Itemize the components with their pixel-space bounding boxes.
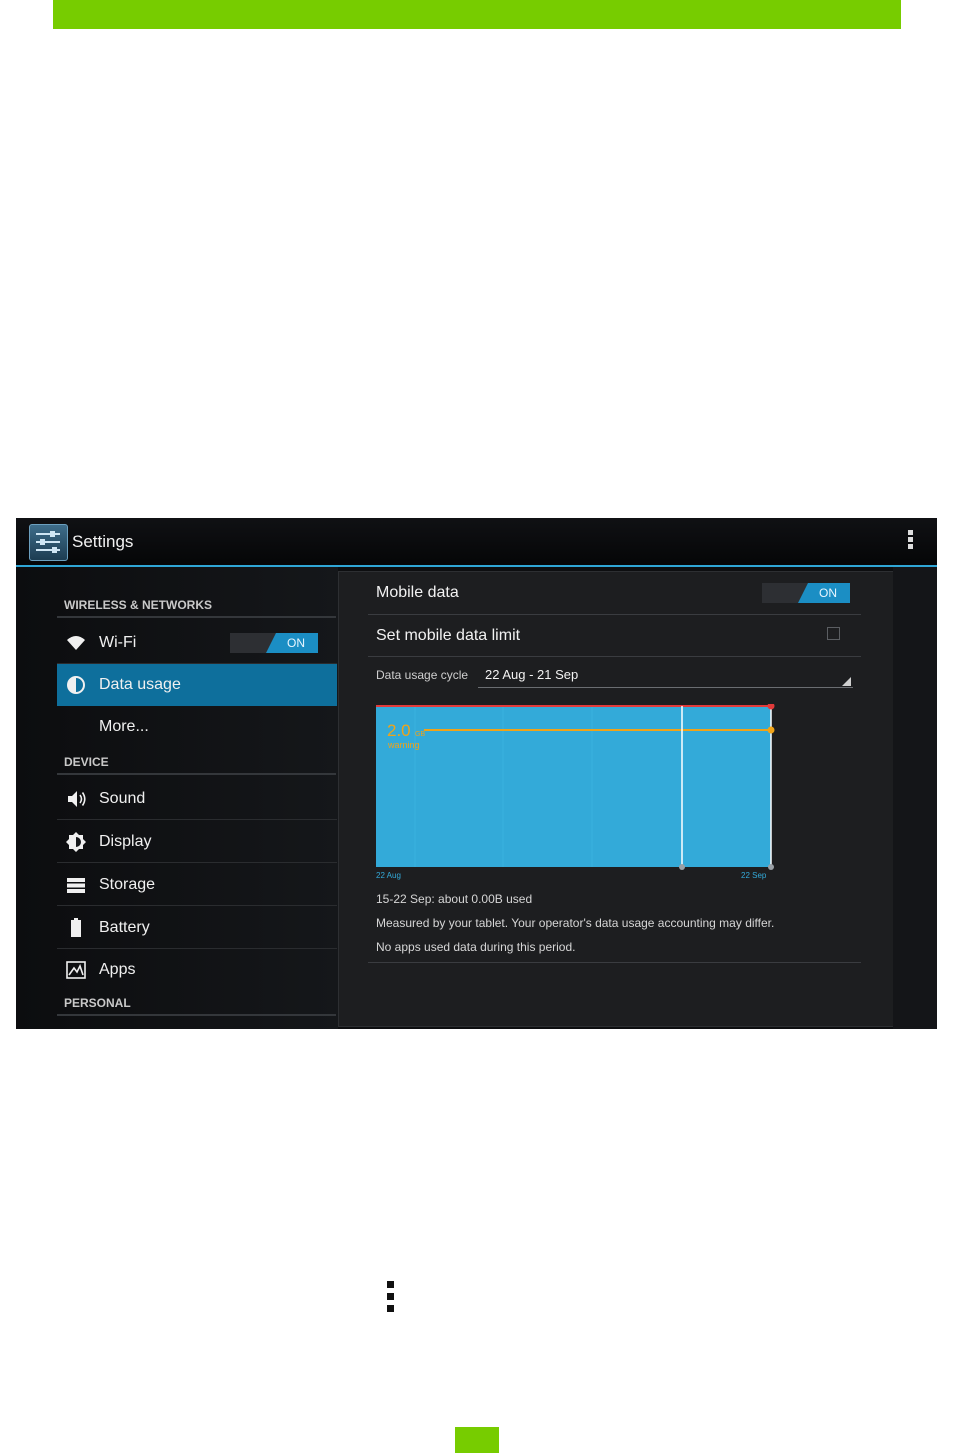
sidebar-item-label: Battery — [99, 919, 150, 936]
battery-icon — [66, 918, 86, 938]
x-tick-start: 22 Aug — [376, 871, 401, 880]
data-usage-chart[interactable]: 2.0 GB warning 22 Aug 22 Sep — [376, 704, 776, 884]
sidebar-item-storage[interactable]: Storage — [57, 864, 337, 906]
top-banner — [53, 0, 901, 29]
warning-value: 2.0 — [387, 721, 411, 740]
warning-handle[interactable] — [767, 726, 775, 734]
warning-label: warning — [387, 740, 420, 750]
sidebar-item-battery[interactable]: Battery — [57, 907, 337, 949]
sidebar-item-more[interactable]: More... — [57, 706, 337, 748]
dropdown-arrow-icon — [842, 677, 851, 686]
apps-icon — [66, 960, 86, 980]
toggle-on-label: ON — [819, 586, 837, 600]
sidebar-item-sound[interactable]: Sound — [57, 778, 337, 820]
sidebar-item-data-usage[interactable]: Data usage — [57, 664, 337, 706]
data-limit-checkbox[interactable] — [827, 627, 840, 640]
accounting-note: Measured by your tablet. Your operator's… — [376, 916, 775, 930]
x-tick-end: 22 Sep — [741, 871, 767, 880]
wifi-icon — [66, 633, 86, 653]
overflow-menu-icon — [386, 1281, 396, 1319]
toggle-on-label: ON — [287, 636, 305, 650]
settings-categories: WIRELESS & NETWORKS Wi-Fi ON Data usage — [16, 567, 338, 1029]
sidebar-item-label: Sound — [99, 790, 146, 807]
warning-unit: GB — [415, 731, 425, 738]
range-end-handle[interactable] — [768, 864, 774, 870]
sidebar-item-display[interactable]: Display — [57, 821, 337, 863]
speaker-icon — [66, 789, 86, 809]
range-start-handle[interactable] — [679, 864, 685, 870]
sidebar-item-wifi[interactable]: Wi-Fi ON — [57, 622, 337, 664]
section-header-personal: PERSONAL — [57, 992, 336, 1016]
storage-icon — [66, 875, 86, 895]
app-title: Settings — [72, 532, 134, 551]
sidebar-item-label: Apps — [99, 961, 136, 978]
sidebar-item-label: Data usage — [99, 676, 181, 693]
cycle-label: Data usage cycle — [376, 668, 469, 682]
brightness-icon — [66, 832, 86, 852]
page-number-box — [455, 1427, 499, 1453]
sidebar-item-apps[interactable]: Apps — [57, 949, 337, 991]
sidebar-item-label: Storage — [99, 876, 156, 893]
tablet-screen: Settings WIRELESS & NETWORKS Wi-Fi ON Da… — [16, 518, 937, 1029]
pane-edge — [893, 567, 937, 1029]
divider — [368, 656, 861, 657]
sidebar-item-label: Wi-Fi — [99, 634, 137, 651]
section-header-wireless: WIRELESS & NETWORKS — [57, 594, 336, 618]
settings-app-icon[interactable] — [29, 524, 68, 561]
usage-summary: 15-22 Sep: about 0.00B used — [376, 892, 533, 906]
sidebar-item-label: More... — [99, 718, 149, 735]
mobile-data-label: Mobile data — [376, 584, 459, 601]
section-header-device: DEVICE — [57, 751, 336, 775]
cycle-value: 22 Aug - 21 Sep — [485, 667, 579, 682]
data-usage-icon — [66, 675, 86, 695]
overflow-menu-button[interactable] — [903, 530, 917, 554]
mobile-data-toggle[interactable]: ON — [762, 583, 850, 603]
sidebar-item-label: Display — [99, 833, 152, 850]
data-limit-label: Set mobile data limit — [376, 627, 521, 644]
wifi-toggle[interactable]: ON — [230, 633, 318, 653]
apps-note: No apps used data during this period. — [376, 940, 576, 954]
divider — [368, 614, 861, 615]
cycle-underline — [478, 687, 853, 688]
action-bar: Settings — [16, 518, 937, 567]
divider — [368, 962, 861, 963]
